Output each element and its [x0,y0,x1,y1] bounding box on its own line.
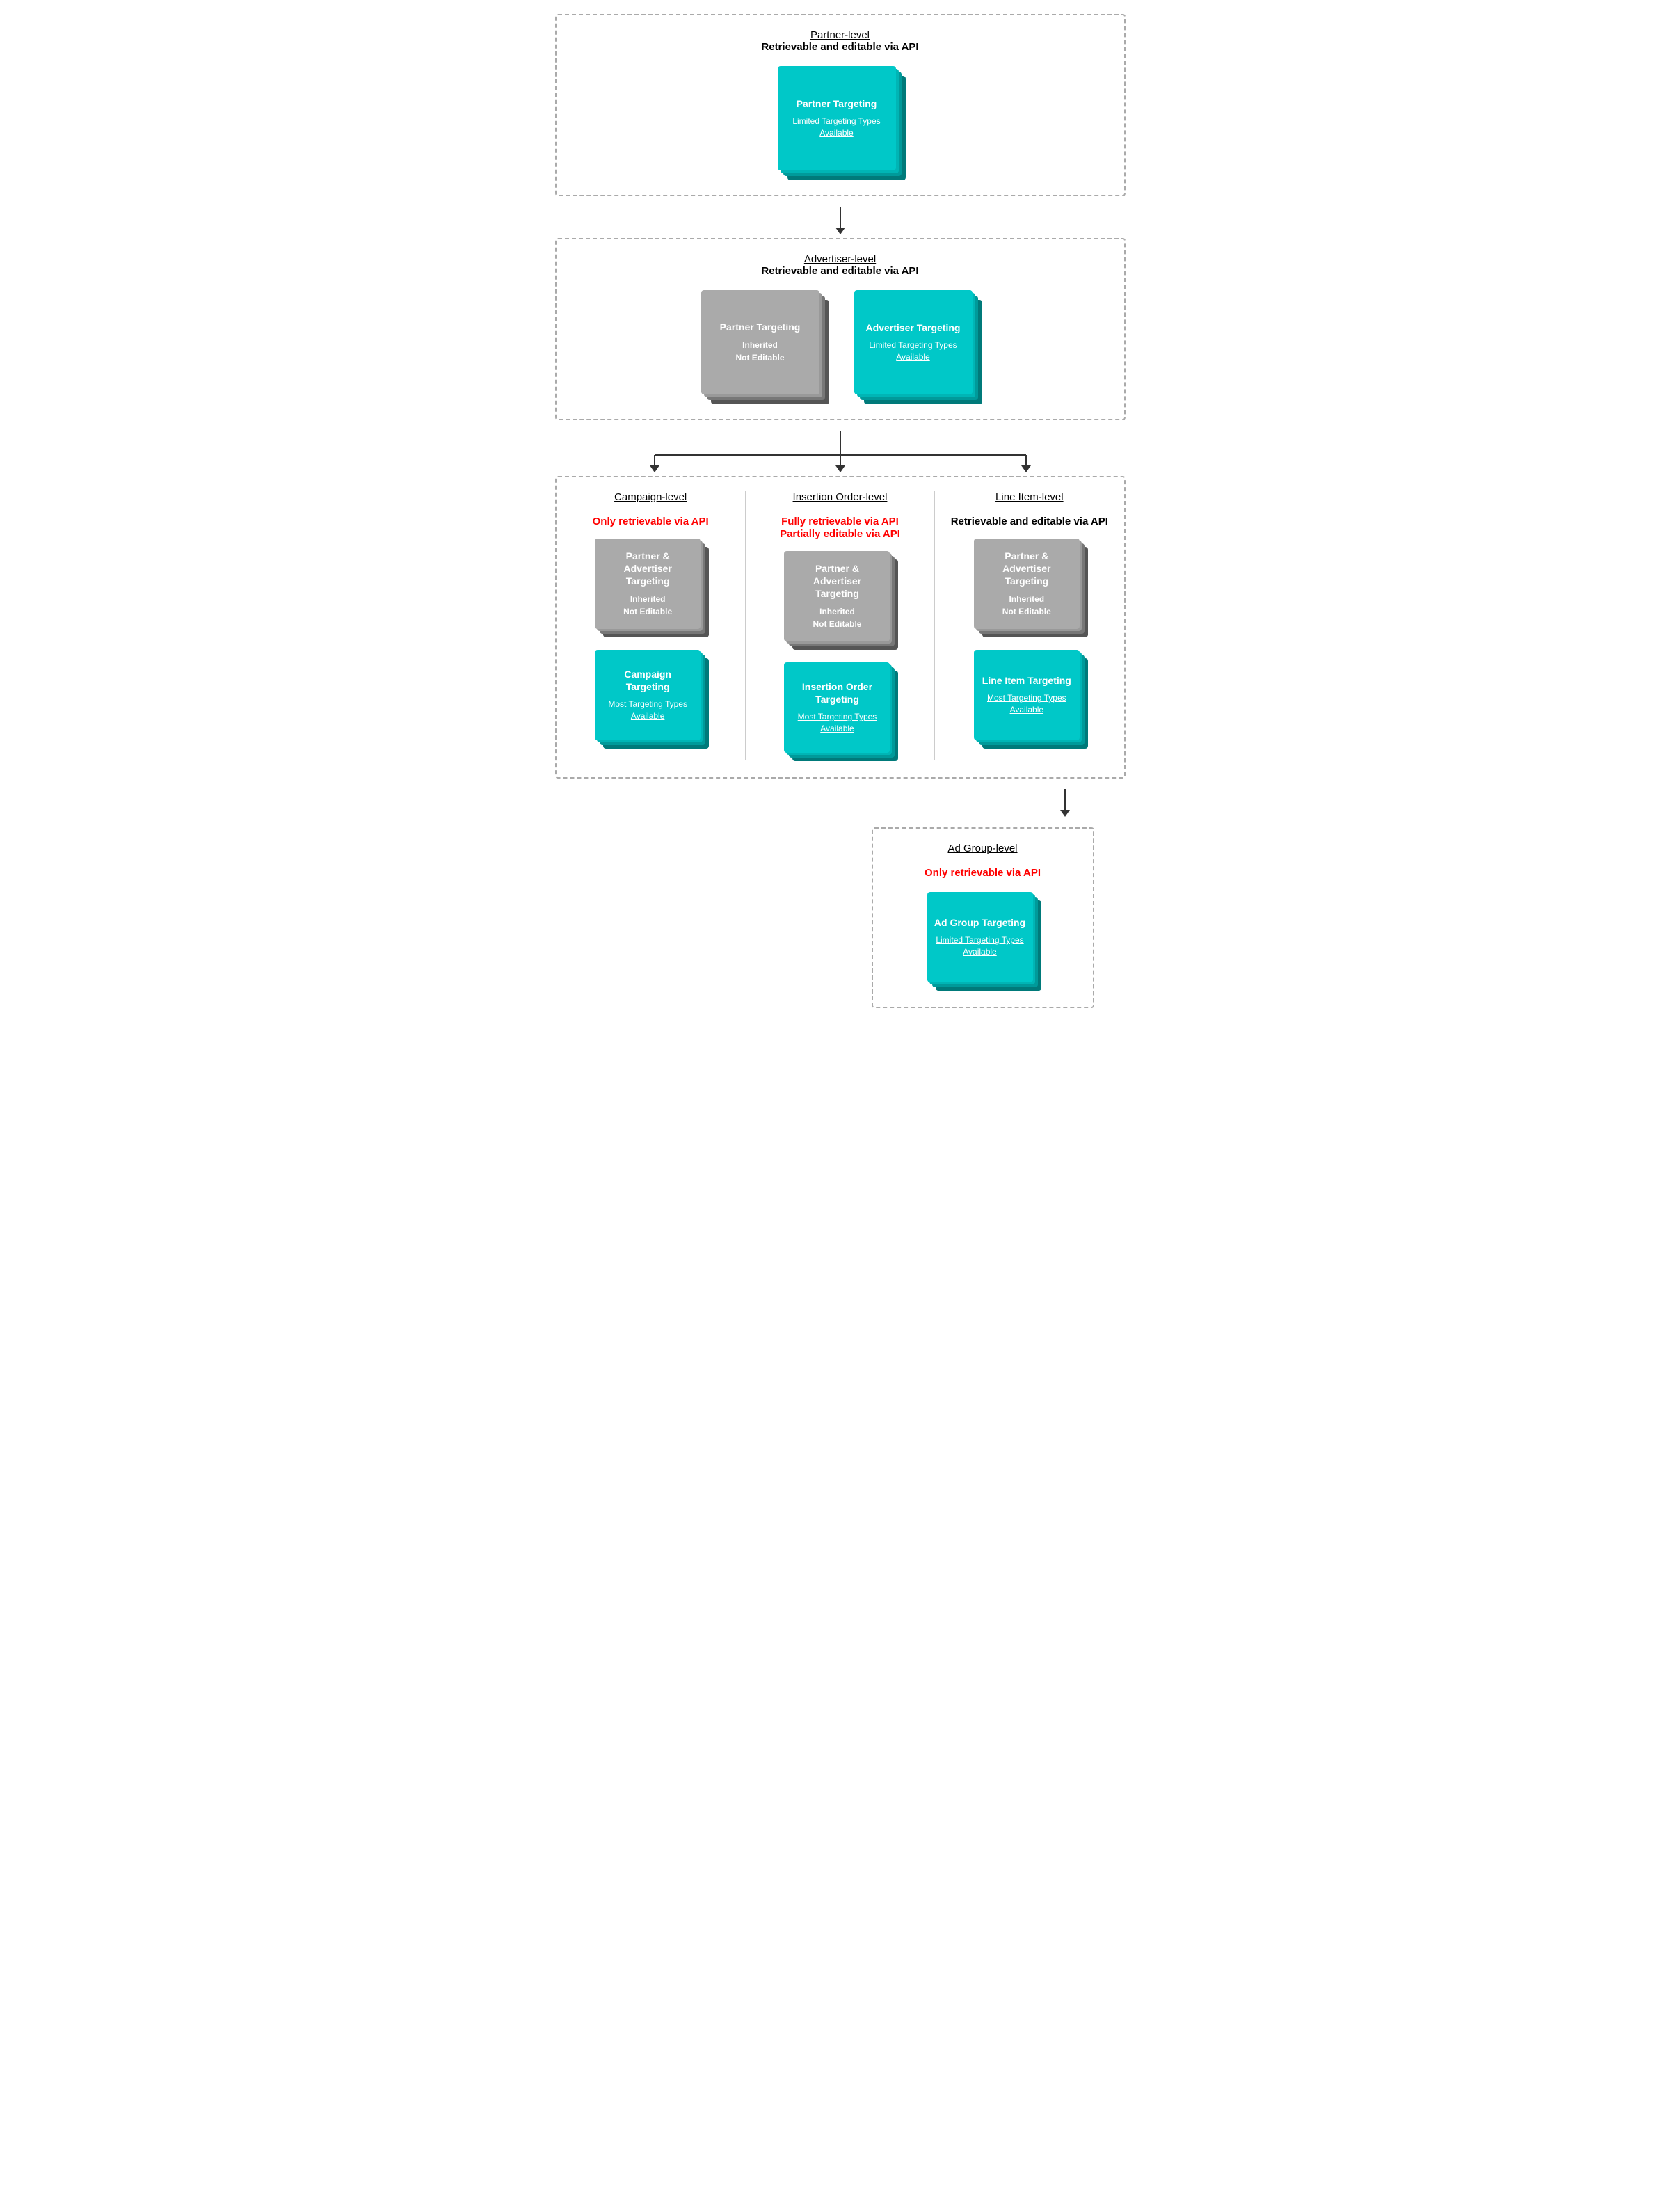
card-face: Partner & Advertiser Targeting Inherited… [595,539,701,629]
adgroup-card-title: Ad Group Targeting [934,916,1025,929]
card-face: Advertiser Targeting Limited Targeting T… [854,290,973,394]
io-level-subtitle2: Partially editable via API [780,528,900,540]
campaign-inherited-title: Partner & Advertiser Targeting [602,550,694,588]
partner-cards-row: Partner Targeting Limited Targeting Type… [577,66,1103,177]
arrow-head [835,228,845,234]
partner-card-title: Partner Targeting [797,97,877,110]
io-inherited-card: Partner & Advertiser Targeting Inherited… [784,551,895,648]
col-divider-2 [934,491,935,760]
adgroup-arrow-container [555,785,1126,820]
partner-level-subtitle: Retrievable and editable via API [761,41,918,53]
card-face: Partner & Advertiser Targeting Inherited… [974,539,1080,629]
col-divider-1 [745,491,746,760]
adgroup-wrapper: Ad Group-level Only retrievable via API … [555,820,1126,1008]
adgroup-cards-row: Ad Group Targeting Limited Targeting Typ… [894,892,1072,989]
card-face: Line Item Targeting Most Targeting Types… [974,650,1080,740]
li-inherited-card: Partner & Advertiser Targeting Inherited… [974,539,1085,636]
campaign-col: Campaign-level Only retrievable via API … [570,491,731,760]
adgroup-level-section: Ad Group-level Only retrievable via API … [872,827,1094,1008]
adgroup-level-header: Ad Group-level Only retrievable via API [894,843,1072,879]
li-level-title: Line Item-level [951,491,1108,503]
adgroup-level-title: Ad Group-level [894,843,1072,854]
adv-inherited-subtitle2: Not Editable [735,351,784,364]
campaign-inherited-sub1: Inherited [630,593,666,605]
campaign-targeting-card: Campaign Targeting Most Targeting Types … [595,650,706,747]
li-header: Line Item-level Retrievable and editable… [951,491,1108,528]
card-face: Ad Group Targeting Limited Targeting Typ… [927,892,1033,982]
advertiser-level-header: Advertiser-level Retrievable and editabl… [577,253,1103,278]
adv-targeting-title: Advertiser Targeting [866,321,961,334]
adgroup-targeting-card: Ad Group Targeting Limited Targeting Typ… [927,892,1039,989]
campaign-header: Campaign-level Only retrievable via API [593,491,709,528]
adgroup-level-subtitle: Only retrievable via API [925,867,1041,879]
adv-inherited-subtitle1: Inherited [742,339,778,351]
li-targeting-link[interactable]: Most Targeting Types Available [981,692,1073,716]
campaign-inherited-sub2: Not Editable [623,605,672,618]
partner-level-section: Partner-level Retrievable and editable v… [555,14,1126,196]
io-targeting-title: Insertion Order Targeting [791,680,883,705]
arrow-to-adgroup [1060,789,1070,817]
partner-card-link[interactable]: Limited Targeting Types Available [786,115,888,139]
card-face: Partner & Advertiser Targeting Inherited… [784,551,890,641]
li-inherited-sub2: Not Editable [1002,605,1051,618]
li-inherited-title: Partner & Advertiser Targeting [981,550,1073,588]
arrow-line [840,207,841,228]
campaign-targeting-title: Campaign Targeting [602,668,694,693]
advertiser-targeting-card: Advertiser Targeting Limited Targeting T… [854,290,979,401]
li-col: Line Item-level Retrievable and editable… [949,491,1110,760]
advertiser-level-title: Advertiser-level [577,253,1103,265]
li-inherited-sub1: Inherited [1009,593,1044,605]
advertiser-level-subtitle: Retrievable and editable via API [761,265,918,277]
li-level-subtitle: Retrievable and editable via API [951,516,1108,527]
card-face: Partner Targeting Limited Targeting Type… [778,66,896,170]
advertiser-level-section: Advertiser-level Retrievable and editabl… [555,238,1126,420]
io-level-subtitle1: Fully retrievable via API [781,516,899,527]
card-face: Campaign Targeting Most Targeting Types … [595,650,701,740]
adv-targeting-link[interactable]: Limited Targeting Types Available [863,340,964,363]
partner-level-header: Partner-level Retrievable and editable v… [577,29,1103,54]
io-inherited-title: Partner & Advertiser Targeting [791,562,883,600]
branch-svg [555,431,1126,472]
io-targeting-link[interactable]: Most Targeting Types Available [791,711,883,735]
card-face: Insertion Order Targeting Most Targeting… [784,662,890,753]
arrow-partner-to-advertiser [835,207,845,234]
campaign-inherited-card: Partner & Advertiser Targeting Inherited… [595,539,706,636]
campaign-targeting-link[interactable]: Most Targeting Types Available [602,699,694,722]
io-header: Insertion Order-level Fully retrievable … [780,491,900,541]
partner-targeting-card: Partner Targeting Limited Targeting Type… [778,66,903,177]
advertiser-cards-row: Partner Targeting Inherited Not Editable… [577,290,1103,401]
partner-level-title: Partner-level [577,29,1103,41]
campaign-level-subtitle: Only retrievable via API [593,516,709,527]
three-col-row: Campaign-level Only retrievable via API … [570,491,1110,760]
adv-inherited-title: Partner Targeting [720,321,801,333]
advertiser-inherited-card: Partner Targeting Inherited Not Editable [701,290,826,401]
adgroup-card-link[interactable]: Limited Targeting Types Available [934,934,1026,958]
arrow-line [1064,789,1066,810]
branch-arrows-advertiser-to-three [555,431,1126,472]
li-targeting-title: Line Item Targeting [982,674,1071,687]
three-col-section: Campaign-level Only retrievable via API … [555,476,1126,779]
io-inherited-sub1: Inherited [819,605,855,618]
io-targeting-card: Insertion Order Targeting Most Targeting… [784,662,895,760]
card-face: Partner Targeting Inherited Not Editable [701,290,819,394]
li-targeting-card: Line Item Targeting Most Targeting Types… [974,650,1085,747]
io-inherited-sub2: Not Editable [813,618,861,630]
arrow-head [1060,810,1070,817]
campaign-level-title: Campaign-level [593,491,709,503]
io-col: Insertion Order-level Fully retrievable … [760,491,920,760]
io-level-title: Insertion Order-level [780,491,900,503]
